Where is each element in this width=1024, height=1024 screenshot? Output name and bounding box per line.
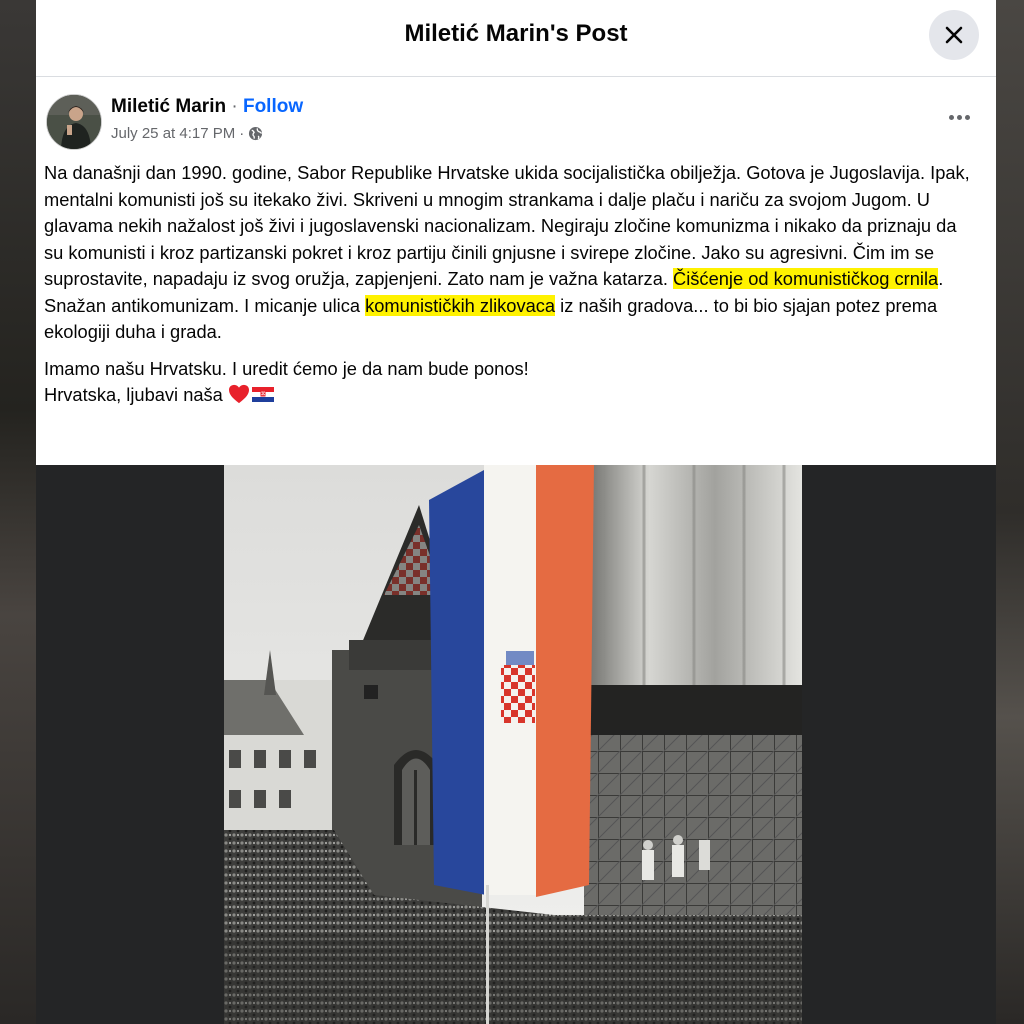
- dot-separator: ·: [226, 96, 243, 117]
- author-row: Miletić Marin · Follow: [111, 96, 303, 118]
- post-modal: Miletić Marin's Post Miletić Marin · Fol…: [36, 0, 996, 1024]
- text-line: Imamo našu Hrvatsku. I uredit ćemo je da…: [44, 357, 529, 379]
- post-paragraph-2: Imamo našu Hrvatsku. I uredit ćemo je da…: [44, 356, 979, 409]
- close-icon: [945, 26, 963, 44]
- highlighted-text: Čišćenje od komunističkog crnila: [673, 268, 939, 289]
- background-left: [0, 0, 36, 1024]
- text-line: Hrvatska, ljubavi naša: [44, 384, 223, 405]
- highlighted-text: komunističkih zlikovaca: [365, 294, 556, 316]
- background-right: [996, 0, 1024, 1024]
- avatar[interactable]: [46, 94, 102, 150]
- croatia-flag-icon: [251, 387, 274, 402]
- post-timestamp[interactable]: July 25 at 4:17 PM: [111, 125, 235, 142]
- avatar-image: [47, 95, 101, 149]
- red-heart-icon: [228, 384, 249, 404]
- post-photo[interactable]: [224, 465, 802, 1024]
- modal-header: Miletić Marin's Post: [36, 0, 996, 77]
- post-paragraph-1: Na današnji dan 1990. godine, Sabor Repu…: [44, 160, 979, 346]
- author-name[interactable]: Miletić Marin: [111, 96, 226, 117]
- globe-icon: [249, 126, 263, 141]
- follow-button[interactable]: Follow: [243, 96, 303, 117]
- close-button[interactable]: [929, 10, 979, 60]
- meta-separator: ·: [239, 125, 245, 142]
- historic-flag-photo: [224, 465, 802, 1024]
- post-card: Miletić Marin · Follow July 25 at 4:17 P…: [36, 77, 996, 465]
- post-meta: July 25 at 4:17 PM ·: [111, 125, 263, 142]
- post-text: Na današnji dan 1990. godine, Sabor Repu…: [44, 160, 979, 409]
- more-options-button[interactable]: [941, 105, 977, 129]
- ellipsis-icon: [948, 114, 970, 120]
- modal-title: Miletić Marin's Post: [404, 20, 628, 47]
